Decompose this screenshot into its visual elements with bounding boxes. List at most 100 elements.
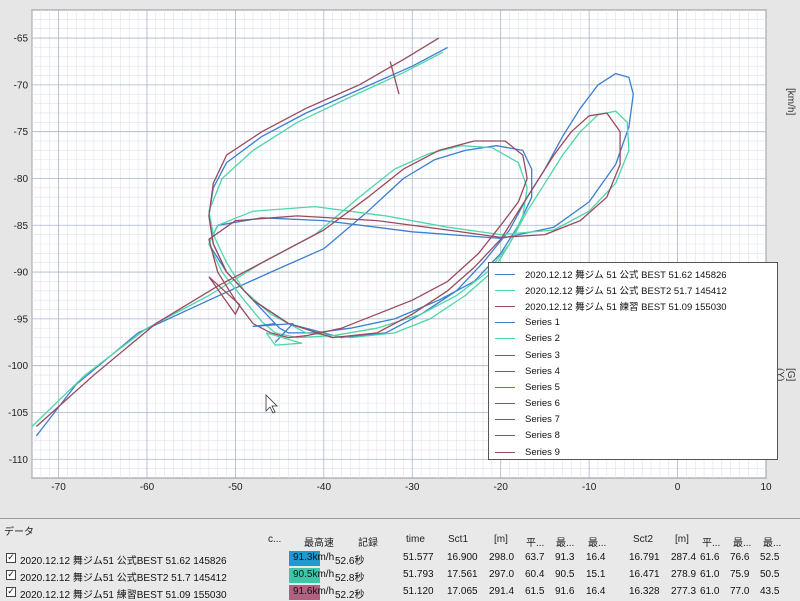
- right-axis-label-speed: [km/h]: [785, 88, 796, 116]
- legend-line-icon: [495, 322, 515, 324]
- column-header[interactable]: 記録: [358, 534, 378, 549]
- row-cell-min1: 16.4: [586, 586, 606, 597]
- row-cell-max1: 91.6: [555, 586, 575, 597]
- row-cell-max2: 76.6: [730, 552, 750, 563]
- row-name: 2020.12.12 舞ジム51 公式BEST2 51.7 145412: [20, 573, 227, 584]
- legend-entry[interactable]: Series 2: [495, 331, 777, 347]
- row-cell-avg1: 60.4: [525, 569, 545, 580]
- legend-entry[interactable]: 2020.12.12 舞ジム 51 公式 BEST 51.62 145826: [495, 266, 777, 282]
- legend-label: Series 2: [525, 333, 560, 345]
- x-tick-label: -70: [51, 482, 66, 493]
- row-name: 2020.12.12 舞ジム51 公式BEST 51.62 145826: [20, 556, 227, 567]
- row-cell-avg1: 61.5: [525, 586, 545, 597]
- table-row[interactable]: ✓ 2020.12.12 舞ジム51 練習BEST 51.09 155030 91.…: [0, 584, 800, 601]
- row-max-speed: 91.6km/h: [293, 586, 335, 597]
- legend-label: Series 4: [525, 365, 560, 377]
- row-cell-m1: 297.0: [489, 569, 515, 580]
- row-max-speed: 90.5km/h: [293, 569, 335, 580]
- column-header[interactable]: c...: [268, 534, 281, 545]
- x-tick-label: -30: [405, 482, 420, 493]
- row-max-speed: 91.3km/h: [293, 552, 335, 563]
- legend-line-icon: [495, 403, 515, 405]
- column-header[interactable]: [m]: [675, 534, 689, 545]
- row-cell-min2: 43.5: [760, 586, 780, 597]
- legend-entry[interactable]: Series 5: [495, 379, 777, 395]
- row-cell-time: 51.120: [403, 586, 434, 597]
- row-cell-m2: 278.9: [671, 569, 697, 580]
- column-header[interactable]: Sct1: [448, 534, 468, 545]
- legend-entry[interactable]: Series 8: [495, 428, 777, 444]
- y-tick-label: -95: [14, 314, 29, 325]
- legend-line-icon: [495, 289, 515, 291]
- legend-label: Series 1: [525, 317, 560, 329]
- row-cell-avg2: 61.6: [700, 552, 720, 563]
- x-tick-label: -40: [317, 482, 332, 493]
- y-tick-label: -100: [8, 361, 28, 372]
- legend-entry[interactable]: Series 9: [495, 444, 777, 460]
- row-cell-max2: 77.0: [730, 586, 750, 597]
- legend-label: 2020.12.12 舞ジム 51 公式 BEST2 51.7 145412: [525, 286, 727, 298]
- row-cell-max1: 91.3: [555, 552, 575, 563]
- legend-label: Series 3: [525, 349, 560, 361]
- column-header[interactable]: 最高速: [304, 534, 334, 549]
- y-tick-label: -90: [14, 268, 29, 279]
- y-tick-label: -75: [14, 127, 29, 138]
- legend-label: 2020.12.12 舞ジム 51 練習 BEST 51.09 155030: [525, 302, 727, 314]
- row-cell-min1: 15.1: [586, 569, 606, 580]
- row-checkbox[interactable]: ✓: [6, 553, 16, 563]
- legend-line-icon: [495, 435, 515, 437]
- column-header[interactable]: 平...: [702, 534, 720, 549]
- row-cell-record: 52.6秒: [335, 556, 365, 567]
- legend-label: Series 9: [525, 446, 560, 458]
- column-header[interactable]: 最...: [556, 534, 574, 549]
- table-row[interactable]: ✓ 2020.12.12 舞ジム51 公式BEST 51.62 145826 91.…: [0, 550, 800, 567]
- legend-line-icon: [495, 419, 515, 421]
- row-cell-sct2: 16.471: [629, 569, 660, 580]
- legend-entry[interactable]: 2020.12.12 舞ジム 51 練習 BEST 51.09 155030: [495, 298, 777, 314]
- x-tick-label: 0: [675, 482, 681, 493]
- data-panel: データ c... 最高速 記録 time Sct1 [m] 平... 最... 最... Sct2…: [0, 518, 800, 601]
- row-checkbox[interactable]: ✓: [6, 570, 16, 580]
- row-checkbox[interactable]: ✓: [6, 587, 16, 597]
- row-cell-record: 52.8秒: [335, 573, 365, 584]
- row-cell-m1: 298.0: [489, 552, 515, 563]
- legend-entry[interactable]: Series 1: [495, 315, 777, 331]
- row-cell-sct2: 16.328: [629, 586, 660, 597]
- row-cell-avg2: 61.0: [700, 586, 720, 597]
- legend-entry[interactable]: 2020.12.12 舞ジム 51 公式 BEST2 51.7 145412: [495, 282, 777, 298]
- legend-line-icon: [495, 338, 515, 340]
- legend-label: Series 6: [525, 398, 560, 410]
- y-tick-label: -70: [14, 80, 29, 91]
- legend-entry[interactable]: Series 7: [495, 412, 777, 428]
- row-cell-sct2: 16.791: [629, 552, 660, 563]
- row-cell-time: 51.577: [403, 552, 434, 563]
- legend-entry[interactable]: Series 4: [495, 363, 777, 379]
- column-header[interactable]: 最...: [733, 534, 751, 549]
- legend-entry[interactable]: Series 3: [495, 347, 777, 363]
- legend-label: Series 8: [525, 430, 560, 442]
- legend-entry[interactable]: Series 6: [495, 396, 777, 412]
- row-cell-avg2: 61.0: [700, 569, 720, 580]
- y-tick-label: -80: [14, 174, 29, 185]
- row-cell-m1: 291.4: [489, 586, 515, 597]
- row-cell-record: 52.2秒: [335, 590, 365, 601]
- table-row[interactable]: ✓ 2020.12.12 舞ジム51 公式BEST2 51.7 145412 90.…: [0, 567, 800, 584]
- plot-panel: -70 -60 -50 -40 -30 -20 -10 0 10 -65 -70 -75 -80 -85-…: [0, 0, 800, 518]
- legend-label: 2020.12.12 舞ジム 51 公式 BEST 51.62 145826: [525, 270, 727, 282]
- x-tick-label: -10: [582, 482, 597, 493]
- legend-line-icon: [495, 386, 515, 388]
- column-header[interactable]: time: [406, 534, 425, 545]
- row-cell-time: 51.793: [403, 569, 434, 580]
- column-header[interactable]: 最...: [763, 534, 781, 549]
- column-header[interactable]: 最...: [588, 534, 606, 549]
- column-header[interactable]: [m]: [494, 534, 508, 545]
- x-tick-label: -20: [493, 482, 508, 493]
- row-name: 2020.12.12 舞ジム51 練習BEST 51.09 155030: [20, 590, 227, 601]
- legend-line-icon: [495, 370, 515, 372]
- y-tick-label: -105: [8, 408, 28, 419]
- row-cell-avg1: 63.7: [525, 552, 545, 563]
- data-panel-title: データ: [4, 527, 34, 538]
- x-tick-label: -60: [140, 482, 155, 493]
- column-header[interactable]: 平...: [526, 534, 544, 549]
- column-header[interactable]: Sct2: [633, 534, 653, 545]
